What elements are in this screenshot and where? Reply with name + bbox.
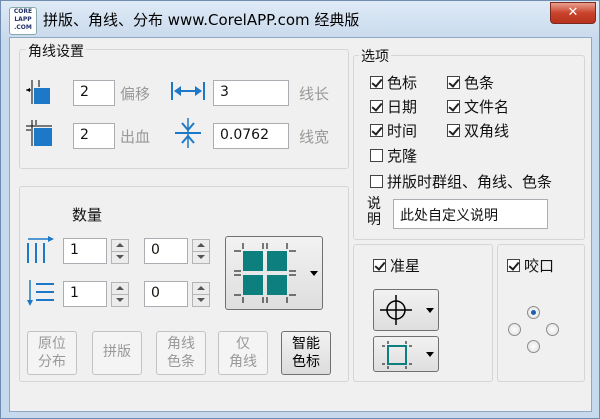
smart-color-mark-button[interactable]: 智能 色标 (281, 331, 331, 375)
clone-checkbox[interactable] (370, 149, 383, 162)
bleed-icon (26, 120, 52, 146)
line-width-input[interactable]: 0.0762 (213, 123, 289, 149)
app-window: CORE LAPP .COM 拼版、角线、分布 www.CorelAPP.com… (0, 0, 600, 419)
mark-style-dropdown[interactable] (373, 336, 439, 372)
columns-icon (27, 236, 54, 263)
columns-down-button[interactable] (111, 251, 129, 264)
line-length-input[interactable]: 3 (213, 80, 289, 106)
impose-button[interactable]: 拼版 (92, 331, 142, 375)
corner-settings-group (19, 49, 349, 169)
column-spacing-input[interactable]: 0 (144, 238, 188, 264)
option-date[interactable]: 日期 (370, 96, 417, 117)
row-spacing-stepper[interactable] (190, 281, 210, 307)
option-file-name[interactable]: 文件名 (447, 96, 509, 117)
rows-input[interactable]: 1 (63, 281, 107, 307)
bleed-label: 出血 (120, 128, 151, 146)
date-checkbox[interactable] (370, 100, 383, 113)
options-title: 选项 (359, 46, 391, 66)
option-time[interactable]: 时间 (370, 120, 417, 141)
time-checkbox[interactable] (370, 124, 383, 137)
chevron-down-icon (426, 352, 434, 357)
columns-stepper[interactable] (109, 238, 129, 264)
bite-position-right[interactable] (546, 323, 559, 336)
original-distribute-button[interactable]: 原位 分布 (27, 331, 77, 375)
quantity-title: 数量 (72, 206, 103, 224)
columns-input[interactable]: 1 (63, 238, 107, 264)
double-corner-checkbox[interactable] (447, 124, 460, 137)
bite-position-bottom[interactable] (527, 340, 540, 353)
app-logo: CORE LAPP .COM (9, 7, 37, 35)
title-bar: CORE LAPP .COM 拼版、角线、分布 www.CorelAPP.com… (1, 1, 599, 37)
rows-down-button[interactable] (111, 294, 129, 307)
bite-position-left[interactable] (508, 323, 521, 336)
registration-checkbox[interactable] (373, 259, 386, 272)
rows-stepper[interactable] (109, 281, 129, 307)
corner-settings-title: 角线设置 (26, 41, 86, 61)
close-icon: ✕ (567, 5, 579, 20)
crosshair-icon (380, 295, 412, 325)
rows-icon (27, 280, 54, 306)
layout-style-dropdown[interactable] (225, 236, 323, 310)
row-spacing-input[interactable]: 0 (144, 281, 188, 307)
grid-layout-icon (234, 243, 296, 303)
offset-input[interactable]: 2 (73, 80, 115, 106)
line-length-icon (171, 82, 205, 100)
note-label: 说明 (367, 196, 381, 228)
column-spacing-stepper[interactable] (190, 238, 210, 264)
color-bar-checkbox[interactable] (447, 76, 460, 89)
option-group-on-impose[interactable]: 拼版时群组、角线、色条 (370, 171, 552, 192)
line-length-label: 线长 (299, 85, 330, 103)
offset-icon (26, 80, 50, 104)
close-button[interactable]: ✕ (550, 2, 596, 24)
color-mark-checkbox[interactable] (370, 76, 383, 89)
corner-color-bar-button[interactable]: 角线 色条 (156, 331, 206, 375)
bite-position-top[interactable] (527, 306, 540, 319)
group-on-impose-checkbox[interactable] (370, 175, 383, 188)
line-width-label: 线宽 (299, 128, 330, 146)
note-input[interactable]: 此处自定义说明 (393, 199, 548, 229)
row-spacing-down-button[interactable] (192, 294, 210, 307)
option-double-corner[interactable]: 双角线 (447, 120, 509, 141)
file-name-checkbox[interactable] (447, 100, 460, 113)
bleed-input[interactable]: 2 (73, 123, 115, 149)
option-clone[interactable]: 克隆 (370, 145, 417, 166)
bite-checkbox[interactable] (507, 259, 520, 272)
client-area: 角线设置 2 偏移 3 线长 2 出血 0.0762 线宽 选项 色标 色条 日… (9, 37, 592, 412)
option-color-mark[interactable]: 色标 (370, 72, 417, 93)
registration-toggle[interactable]: 准星 (373, 255, 420, 276)
registration-mark-dropdown[interactable] (373, 289, 439, 331)
column-spacing-down-button[interactable] (192, 251, 210, 264)
line-width-icon (175, 118, 201, 148)
option-color-bar[interactable]: 色条 (447, 72, 494, 93)
chevron-down-icon (426, 308, 434, 313)
chevron-down-icon (310, 271, 318, 276)
offset-label: 偏移 (120, 85, 151, 103)
bite-toggle[interactable]: 咬口 (507, 255, 554, 276)
corner-frame-icon (382, 341, 412, 369)
window-title: 拼版、角线、分布 www.CorelAPP.com 经典版 (43, 11, 360, 29)
corner-only-button[interactable]: 仅 角线 (218, 331, 268, 375)
